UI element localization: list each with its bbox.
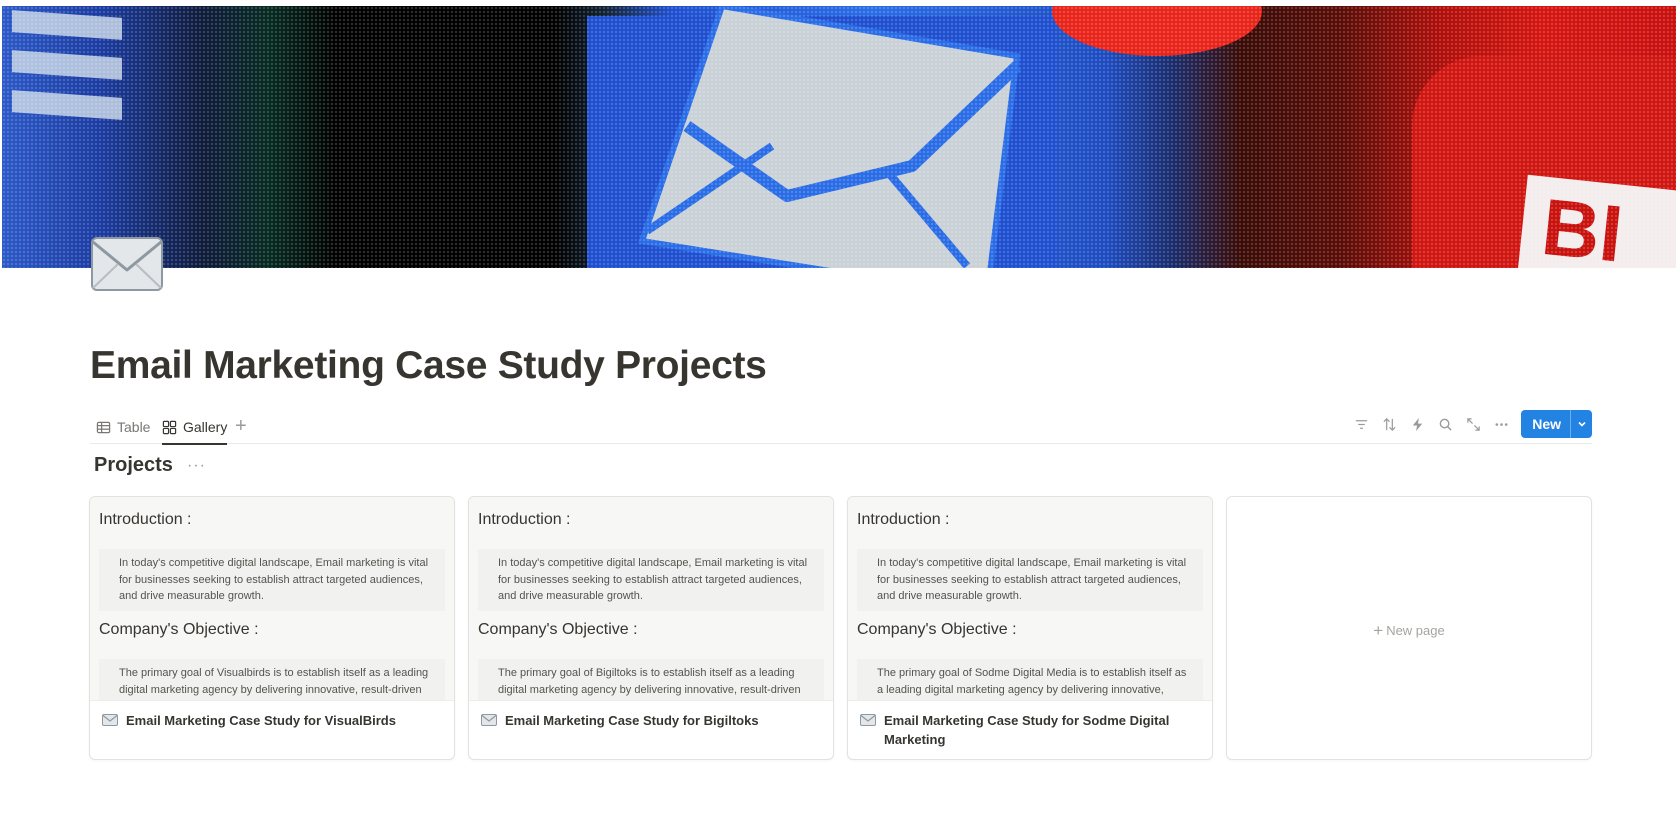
card-title[interactable]: Email Marketing Case Study for VisualBir…: [126, 711, 396, 730]
card-footer: Email Marketing Case Study for Sodme Dig…: [848, 702, 1212, 749]
filter-icon: [1355, 419, 1367, 429]
more-options-button[interactable]: [1487, 410, 1515, 438]
card-intro-text: In today's competitive digital landscape…: [478, 549, 824, 611]
search-button[interactable]: [1431, 410, 1459, 438]
table-icon: [96, 421, 111, 433]
card-preview: Introduction : In today's competitive di…: [848, 497, 1212, 701]
card-preview: Introduction : In today's competitive di…: [469, 497, 833, 701]
new-page-button[interactable]: + New page: [1227, 621, 1591, 641]
database-more-button[interactable]: ···: [187, 457, 206, 475]
new-page-label: New page: [1386, 623, 1445, 638]
new-page-card[interactable]: + New page: [1226, 496, 1592, 760]
plus-icon: +: [1373, 621, 1384, 640]
card-intro-heading: Introduction :: [99, 511, 192, 528]
envelope-icon: [860, 714, 876, 726]
card-preview: Introduction : In today's competitive di…: [90, 497, 454, 701]
card-title[interactable]: Email Marketing Case Study for Bigiltoks: [505, 711, 759, 730]
card-intro-text: In today's competitive digital landscape…: [99, 549, 445, 611]
card-objective-text: The primary goal of Bigiltoks is to esta…: [478, 659, 824, 700]
card-objective-text: The primary goal of Visualbirds is to es…: [99, 659, 445, 700]
cover-halftone-overlay: [2, 6, 1676, 268]
expand-icon: [1466, 417, 1480, 431]
card-intro-heading: Introduction :: [478, 511, 571, 528]
more-icon: [1495, 422, 1508, 426]
card-footer: Email Marketing Case Study for Bigiltoks: [469, 702, 833, 730]
card-title[interactable]: Email Marketing Case Study for Sodme Dig…: [884, 711, 1198, 749]
card-objective-heading: Company's Objective :: [857, 621, 1017, 638]
tab-gallery[interactable]: Gallery: [162, 412, 228, 445]
gallery-icon: [162, 420, 177, 434]
gallery-card[interactable]: Introduction : In today's competitive di…: [89, 496, 455, 760]
database-header: Projects ···: [94, 454, 206, 477]
sort-icon: [1383, 417, 1396, 431]
gallery-card[interactable]: Introduction : In today's competitive di…: [468, 496, 834, 760]
database-toolbar: New: [1347, 410, 1592, 438]
tab-table[interactable]: Table: [96, 412, 150, 442]
envelope-icon[interactable]: [90, 236, 164, 292]
database-title[interactable]: Projects: [94, 454, 173, 477]
new-button[interactable]: New: [1521, 410, 1592, 438]
card-footer: Email Marketing Case Study for VisualBir…: [90, 702, 454, 730]
card-intro-heading: Introduction :: [857, 511, 950, 528]
card-objective-text: The primary goal of Sodme Digital Media …: [857, 659, 1203, 700]
new-button-label[interactable]: New: [1521, 410, 1570, 438]
sort-button[interactable]: [1375, 410, 1403, 438]
envelope-icon: [102, 714, 118, 726]
card-intro-text: In today's competitive digital landscape…: [857, 549, 1203, 611]
gallery-card[interactable]: Introduction : In today's competitive di…: [847, 496, 1213, 760]
page-title[interactable]: Email Marketing Case Study Projects: [90, 344, 767, 388]
automation-button[interactable]: [1403, 410, 1431, 438]
chevron-down-icon: [1577, 421, 1586, 427]
cover-image: BI: [2, 6, 1676, 268]
add-view-button[interactable]: +: [235, 414, 247, 438]
card-objective-heading: Company's Objective :: [99, 621, 259, 638]
search-icon: [1439, 418, 1452, 431]
filter-button[interactable]: [1347, 410, 1375, 438]
view-bar: Table Gallery + New: [90, 408, 1592, 445]
tab-gallery-label: Gallery: [183, 419, 228, 435]
expand-button[interactable]: [1459, 410, 1487, 438]
envelope-icon: [481, 714, 497, 726]
tab-table-label: Table: [117, 419, 151, 435]
automation-icon: [1412, 417, 1422, 431]
card-objective-heading: Company's Objective :: [478, 621, 638, 638]
new-dropdown-button[interactable]: [1570, 410, 1592, 438]
